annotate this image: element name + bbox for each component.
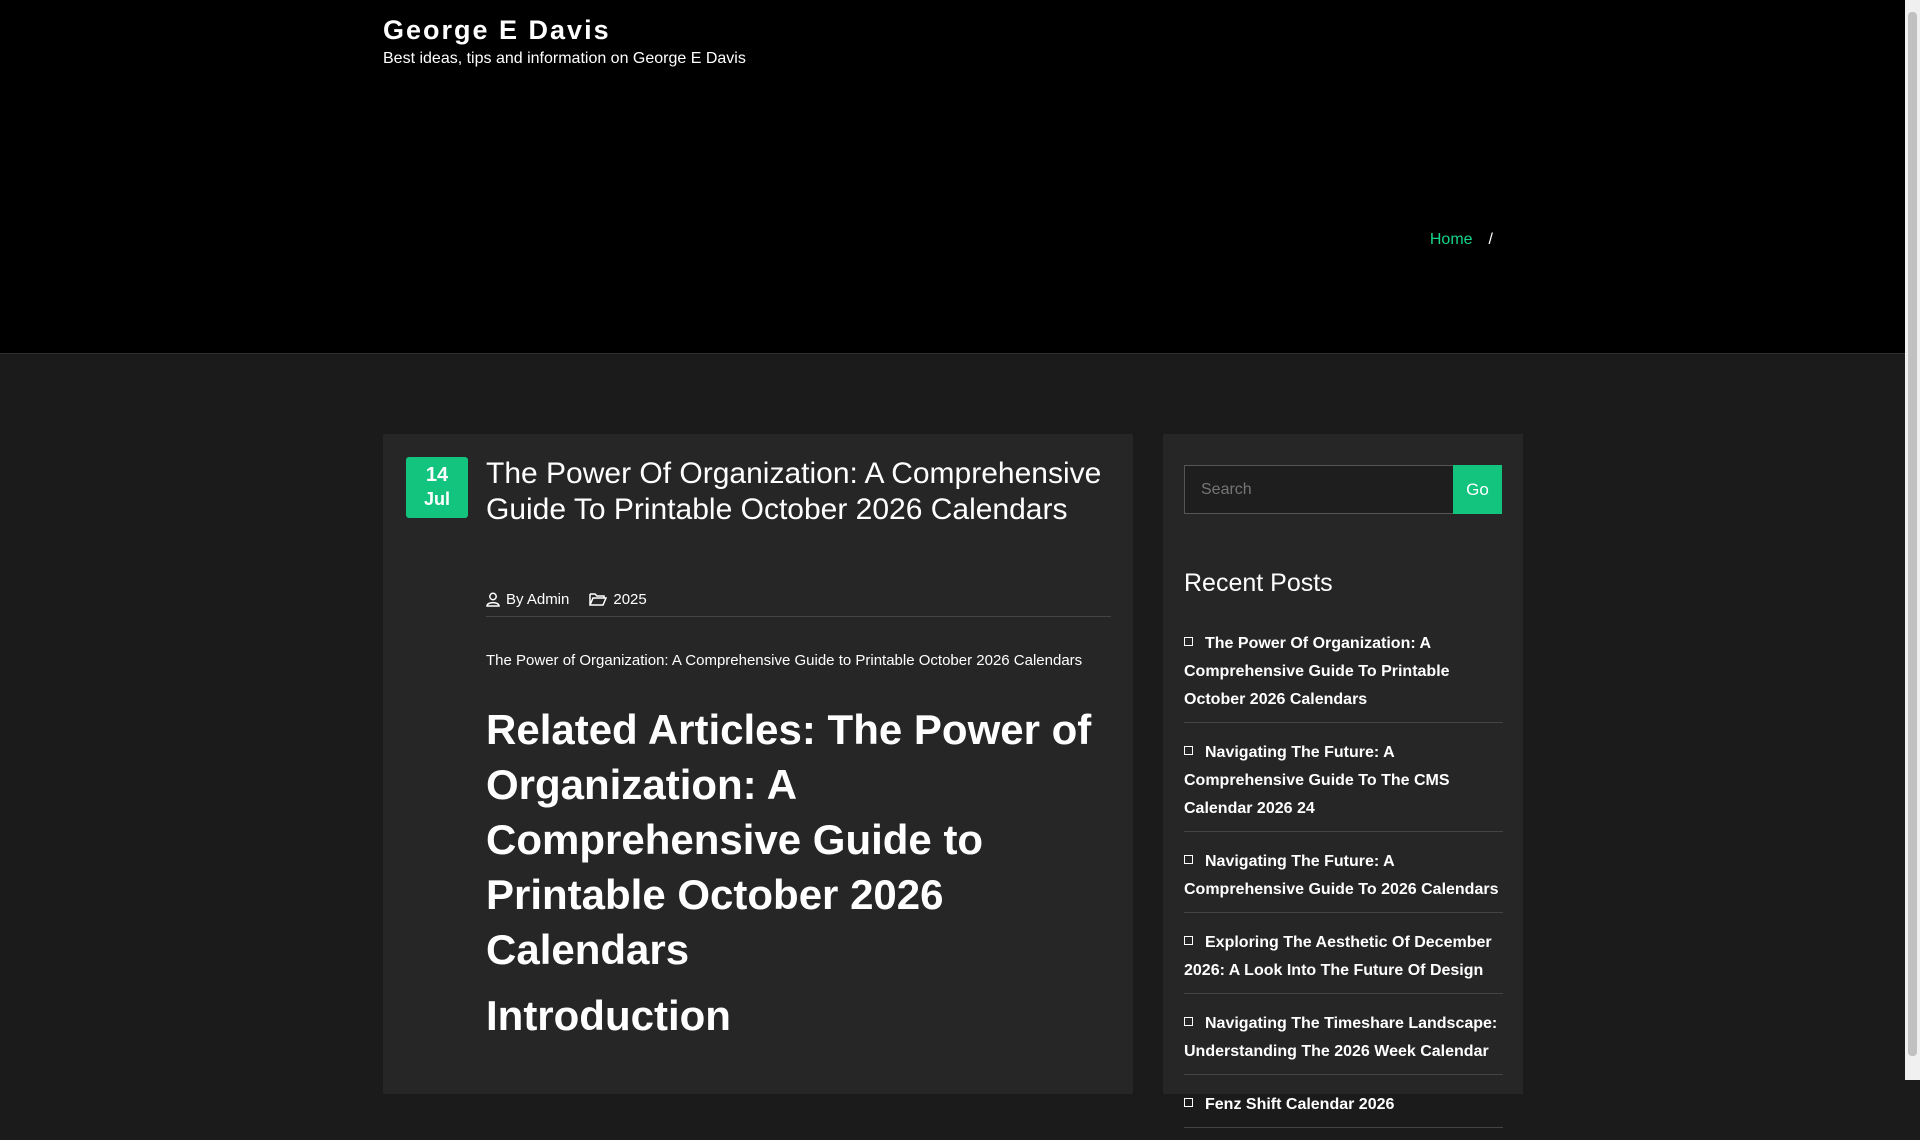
page-scrollbar[interactable] bbox=[1905, 0, 1920, 1080]
list-item: Navigating The Timeshare Landscape: Unde… bbox=[1184, 1006, 1503, 1075]
list-item: Exploring The Aesthetic Of December 2026… bbox=[1184, 925, 1503, 994]
related-articles-heading: Related Articles: The Power of Organizat… bbox=[486, 706, 1092, 973]
category-name: 2025 bbox=[613, 590, 647, 608]
recent-post-link[interactable]: The Power Of Organization: A Comprehensi… bbox=[1184, 635, 1450, 708]
sidebar: Go Recent Posts The Power Of Organizatio… bbox=[1163, 434, 1523, 1128]
page-hero: Home / bbox=[0, 89, 1905, 354]
date-badge: 14 Jul bbox=[406, 457, 468, 518]
breadcrumb-home-link[interactable]: Home bbox=[1430, 231, 1473, 249]
search-input[interactable] bbox=[1184, 465, 1454, 514]
folder-open-icon bbox=[589, 593, 608, 606]
breadcrumb: Home / bbox=[1430, 231, 1493, 249]
post-card: 14 Jul The Power Of Organization: A Comp… bbox=[383, 434, 1133, 1094]
list-item: Navigating The Future: A Comprehensive G… bbox=[1184, 735, 1503, 832]
breadcrumb-separator: / bbox=[1488, 231, 1493, 248]
author-name: By Admin bbox=[506, 590, 570, 608]
site-title[interactable]: George E Davis bbox=[383, 15, 611, 46]
search-go-button[interactable]: Go bbox=[1453, 465, 1502, 514]
square-bullet-icon bbox=[1184, 1098, 1193, 1108]
square-bullet-icon bbox=[1184, 1017, 1193, 1027]
post-title: The Power Of Organization: A Comprehensi… bbox=[486, 457, 1102, 526]
post-intro-text: The Power of Organization: A Comprehensi… bbox=[486, 652, 1083, 669]
date-day: 14 bbox=[425, 464, 449, 486]
list-item: Navigating The Future: A Comprehensive G… bbox=[1184, 844, 1503, 913]
site-header: George E Davis Best ideas, tips and info… bbox=[0, 0, 1905, 89]
date-month: Jul bbox=[423, 489, 450, 509]
square-bullet-icon bbox=[1184, 936, 1193, 946]
recent-post-link[interactable]: Fenz Shift Calendar 2026 bbox=[1205, 1096, 1394, 1113]
square-bullet-icon bbox=[1184, 746, 1193, 756]
author-meta[interactable]: By Admin bbox=[486, 582, 569, 616]
recent-post-link[interactable]: Navigating The Future: A Comprehensive G… bbox=[1184, 744, 1450, 817]
square-bullet-icon bbox=[1184, 637, 1193, 647]
square-bullet-icon bbox=[1184, 855, 1193, 865]
list-item: Fenz Shift Calendar 2026 bbox=[1184, 1087, 1503, 1128]
category-meta[interactable]: 2025 bbox=[589, 582, 647, 616]
recent-posts-title: Recent Posts bbox=[1184, 569, 1333, 597]
user-icon bbox=[486, 592, 500, 607]
recent-post-link[interactable]: Exploring The Aesthetic Of December 2026… bbox=[1184, 934, 1492, 979]
list-item: The Power Of Organization: A Comprehensi… bbox=[1184, 626, 1503, 723]
site-tagline: Best ideas, tips and information on Geor… bbox=[383, 50, 746, 67]
recent-post-link[interactable]: Navigating The Timeshare Landscape: Unde… bbox=[1184, 1015, 1497, 1060]
recent-posts-list: The Power Of Organization: A Comprehensi… bbox=[1184, 626, 1503, 1140]
recent-post-link[interactable]: Navigating The Future: A Comprehensive G… bbox=[1184, 853, 1498, 898]
introduction-heading: Introduction bbox=[486, 992, 731, 1039]
scrollbar-thumb[interactable] bbox=[1908, 12, 1917, 1056]
post-meta: By Admin 2025 bbox=[486, 582, 1111, 617]
